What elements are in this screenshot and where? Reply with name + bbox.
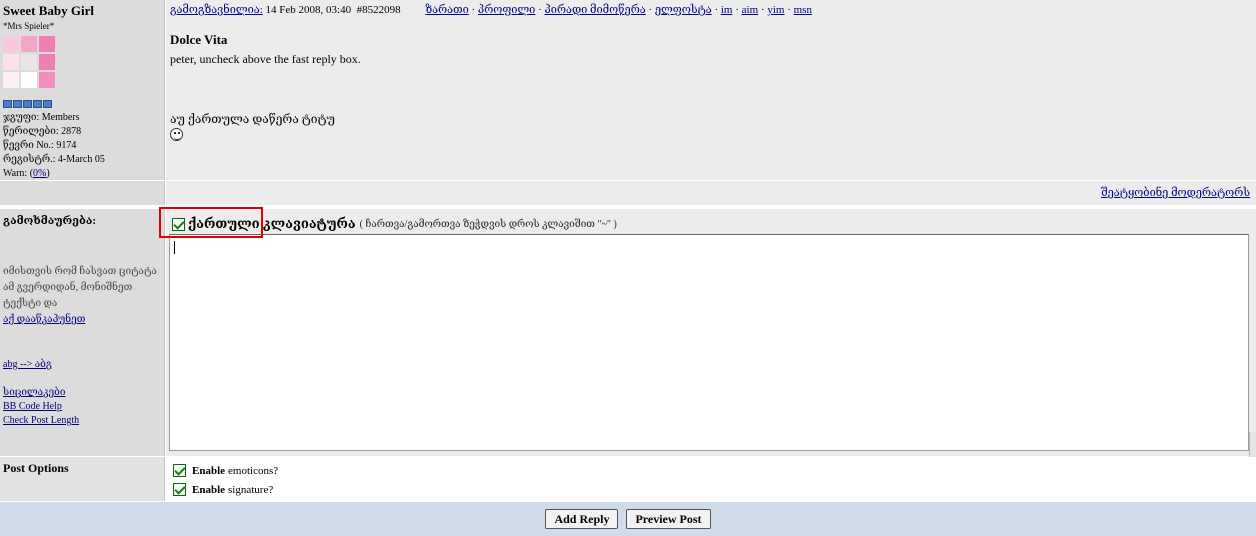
text-caret [174,241,175,254]
quote-help-text: იმისთვის რომ ჩასვათ ციტატა ამ გვერდიდან,… [3,266,157,309]
action-separator: · [732,4,742,16]
rep-pip [33,100,42,108]
post-options: Enable emoticons? Enable signature? [166,457,1256,501]
action-separator: · [645,4,655,16]
warn-link[interactable]: 0% [33,168,46,179]
post-datetime: 14 Feb 2008, 03:40 [265,4,352,16]
smilies-link[interactable]: სიცილაკები [3,386,164,400]
post-header: გამოგზავნილია: 14 Feb 2008, 03:40 #85220… [170,2,1256,18]
post-username[interactable]: Sweet Baby Girl [3,3,164,18]
post-content: გამოგზავნილია: 14 Feb 2008, 03:40 #85220… [166,0,1256,180]
emoticons-text: emoticons? [228,464,279,477]
action-separator: · [535,4,545,16]
avatar-tile [21,54,37,70]
post-number: #8522098 [356,4,401,16]
user-joined: რეგისტრ.: 4-March 05 [3,154,105,165]
avatar-tile [3,36,19,52]
post-action-link[interactable]: ელფოსტა [655,4,712,16]
quote-help: იმისთვის რომ ჩასვათ ციტატა ამ გვერდიდან,… [3,264,164,328]
post-sent-link[interactable]: გამოგზავნილია: [170,4,263,16]
user-member-no: წევრი No.: 9174 [3,140,77,151]
avatar-tile [21,36,37,52]
reputation-pips [3,100,164,108]
form-buttons-bar: Add Reply Preview Post [0,502,1256,536]
avatar-tile [3,54,19,70]
post-action-link[interactable]: aim [742,4,759,16]
abg-converter-link[interactable]: abg --> აბგ [3,358,164,372]
signature-text: signature? [228,483,274,496]
avatar-tile [21,72,37,88]
bbcode-help-link[interactable]: BB Code Help [3,400,164,414]
reply-label: გამოხმაურება: [3,215,97,227]
georgian-keyboard-checkbox[interactable] [172,217,185,231]
reply-sidebar: გამოხმაურება: იმისთვის რომ ჩასვათ ციტატა… [0,209,165,456]
emoticons-bold: Enable [192,464,226,477]
user-warn: Warn: (0%) [3,168,50,179]
action-separator: · [711,4,721,16]
avatar [3,36,55,88]
option-signature[interactable]: Enable signature? [173,480,1256,499]
option-emoticons[interactable]: Enable emoticons? [173,461,1256,480]
post-georgian-text: აუ ქართულა დაწერა ტიტუ [170,112,335,126]
avatar-tile [3,72,19,88]
action-separator: · [758,4,768,16]
signature-checkbox[interactable] [173,483,186,496]
rep-pip [23,100,32,108]
post-action-link[interactable]: ზარათი [425,4,468,16]
post-options-label: Post Options [0,457,165,501]
georgian-keyboard-toggle[interactable]: ქართული კლავიატურა ( ჩართვა/გამორთვა ზეჭ… [172,215,617,233]
user-title: *Mrs Spieler* [3,21,55,31]
post-action-link[interactable]: msn [794,4,812,16]
rep-pip [3,100,12,108]
check-post-length-link[interactable]: Check Post Length [3,414,164,428]
avatar-tile [39,72,55,88]
action-separator: · [784,4,794,16]
reply-editor-area: ქართული კლავიატურა ( ჩართვა/გამორთვა ზეჭ… [166,209,1256,456]
report-moderator-link[interactable]: შეატყობინე მოდერატორს [1101,187,1250,199]
rep-pip [43,100,52,108]
post-action-link[interactable]: პროფილი [478,4,535,16]
post-actions: ზარათი · პროფილი · პირადი მიმოწერა · ელფ… [425,4,812,16]
emoticons-checkbox[interactable] [173,464,186,477]
smiley-icon [170,128,183,141]
quote-here-link[interactable]: აქ დააწკაპუნეთ [3,314,85,325]
post-action-link[interactable]: yim [767,4,784,16]
report-row-left [0,181,165,205]
add-reply-button[interactable]: Add Reply [545,509,619,529]
action-separator: · [468,4,478,16]
report-row: შეატყობინე მოდერატორს [166,181,1256,205]
avatar-tile [39,36,55,52]
georgian-keyboard-label[interactable]: ქართული კლავიატურა [188,216,356,232]
avatar-tile [39,54,55,70]
user-group: ჯგუფი: Members [3,112,80,123]
post-action-link[interactable]: პირადი მიმოწერა [545,4,646,16]
user-info: ჯგუფი: Members წერილები: 2878 წევრი No.:… [3,111,164,181]
post-action-link[interactable]: im [721,4,733,16]
georgian-keyboard-note: ( ჩართვა/გამორთვა ზეჭდვის დროს კლავიშით … [359,218,617,230]
post-user-panel: Sweet Baby Girl *Mrs Spieler* ჯგუფი: Mem… [0,0,165,180]
reply-textarea[interactable] [169,234,1249,451]
signature-bold: Enable [192,483,226,496]
user-posts: წერილები: 2878 [3,126,82,137]
post-body: peter, uncheck above the fast reply box. [170,52,361,66]
rep-pip [13,100,22,108]
preview-post-button[interactable]: Preview Post [626,509,711,529]
reply-links: სიცილაკები BB Code Help Check Post Lengt… [3,386,164,428]
post-title: Dolce Vita [170,32,228,47]
